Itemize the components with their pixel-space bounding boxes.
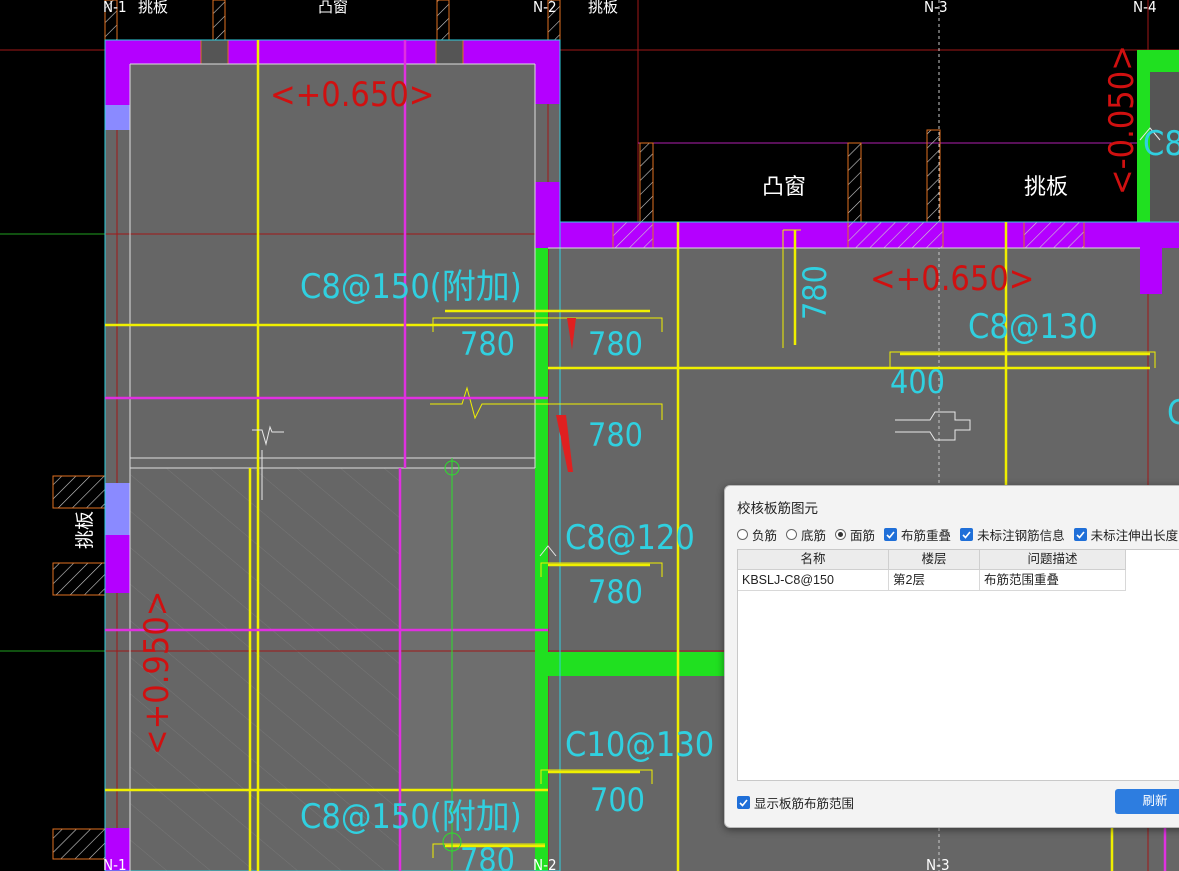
grid-label-n1: N-1 <box>103 0 127 16</box>
filter-options: 负筋 底筋 面筋 布筋重叠 未标注钢筋信息 未标注伸出长度 <box>737 525 1179 544</box>
elevation-left: <+0.950> <box>137 591 177 755</box>
table-header: 名称 楼层 问题描述 <box>738 550 1126 570</box>
dim-780-d: 780 <box>588 573 643 611</box>
rebar-c8-130: C8@130 <box>968 307 1098 347</box>
column-header-floor[interactable]: 楼层 <box>889 550 980 569</box>
dim-780-a: 780 <box>460 325 515 363</box>
dialog-title: 校核板筋图元 <box>737 501 818 516</box>
radio-bottom-rebar[interactable]: 底筋 <box>786 525 826 544</box>
show-range-label: 显示板筋布筋范围 <box>754 797 855 811</box>
dim-780-b: 780 <box>588 325 643 363</box>
elevation-top-right: <+0.650> <box>870 259 1034 299</box>
rebar-c8-120: C8@120 <box>565 518 695 558</box>
checkbox-checked[interactable] <box>960 528 974 541</box>
radio-indicator-selected[interactable] <box>835 529 847 540</box>
results-table[interactable]: 名称 楼层 问题描述 KBSLJ-C8@150 第2层 布筋范围重叠 <box>737 549 1179 781</box>
grid-label-n2-bottom: N-2 <box>533 856 557 871</box>
check-unlabeled-rebar-info[interactable]: 未标注钢筋信息 <box>960 525 1065 544</box>
grid-label-n1-bottom: N-1 <box>103 856 127 871</box>
checkbox-checked[interactable] <box>1073 528 1087 541</box>
cell-floor: 第2层 <box>889 570 980 590</box>
grid-label-n4: N-4 <box>1133 0 1157 16</box>
show-rebar-range-option[interactable]: 显示板筋布筋范围 <box>737 793 854 812</box>
cell-name: KBSLJ-C8@150 <box>738 570 889 590</box>
cell-description: 布筋范围重叠 <box>980 570 1126 590</box>
radio-label: 底筋 <box>801 529 827 543</box>
checkbox-label: 未标注伸出长度 <box>1090 529 1179 543</box>
radio-label: 面筋 <box>850 529 876 543</box>
label-tuchuang: 凸窗 <box>762 175 806 200</box>
rebar-c-partial: C <box>1167 393 1179 433</box>
radio-indicator[interactable] <box>786 529 798 540</box>
radio-top-rebar[interactable]: 面筋 <box>835 525 875 544</box>
rebar-c10-130: C10@130 <box>565 725 714 765</box>
radio-indicator[interactable] <box>737 529 748 540</box>
check-slab-rebar-dialog: 校核板筋图元 负筋 底筋 面筋 布筋重叠 未标注钢筋信息 未标注伸出长度 名称 <box>724 485 1179 828</box>
check-unlabeled-extension-length[interactable]: 未标注伸出长度 <box>1073 525 1179 544</box>
elevation-top-left: <+0.650> <box>270 75 434 115</box>
label-tuchuang-top: 凸窗 <box>318 0 348 16</box>
column-header-name[interactable]: 名称 <box>738 550 889 569</box>
label-tiaoban-top: 挑板 <box>138 0 168 16</box>
grid-label-n3-bottom: N-3 <box>926 856 950 871</box>
dim-700: 700 <box>590 781 645 819</box>
dim-780-vertical: 780 <box>796 265 834 320</box>
dim-400: 400 <box>890 363 945 401</box>
grid-label-n3: N-3 <box>924 0 948 16</box>
rebar-c8-partial: C8 <box>1143 124 1179 164</box>
checkbox-label: 布筋重叠 <box>901 529 952 543</box>
check-rebar-overlap[interactable]: 布筋重叠 <box>884 525 951 544</box>
rebar-c8-150-bottom: C8@150(附加) <box>300 797 522 837</box>
table-row[interactable]: KBSLJ-C8@150 第2层 布筋范围重叠 <box>738 570 1126 591</box>
elevation-right: <-0.050> <box>1102 45 1142 195</box>
checkbox-checked[interactable] <box>737 796 750 809</box>
dim-780-e: 780 <box>460 841 515 871</box>
column-header-description[interactable]: 问题描述 <box>980 550 1126 569</box>
checkbox-label: 未标注钢筋信息 <box>977 529 1065 543</box>
label-tiaoban-top2: 挑板 <box>588 0 618 16</box>
label-tiaoban: 挑板 <box>1024 175 1068 200</box>
radio-negative-rebar[interactable]: 负筋 <box>737 525 777 544</box>
grid-label-n2: N-2 <box>533 0 557 16</box>
refresh-button[interactable]: 刷新 <box>1115 789 1179 814</box>
label-tiaoban-left: 挑板 <box>74 511 96 549</box>
checkbox-checked[interactable] <box>884 528 898 541</box>
rebar-c8-150-top: C8@150(附加) <box>300 267 522 307</box>
radio-label: 负筋 <box>752 529 778 543</box>
dim-780-c: 780 <box>588 416 643 454</box>
